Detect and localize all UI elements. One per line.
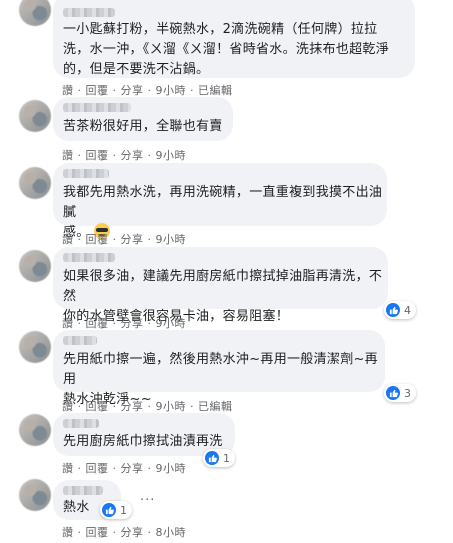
timestamp[interactable]: 9小時: [156, 84, 187, 97]
comment-text: 熱水: [63, 500, 90, 515]
avatar[interactable]: [19, 479, 51, 511]
timestamp[interactable]: 9小時: [156, 462, 187, 475]
like-link[interactable]: 讚: [62, 526, 74, 539]
share-link[interactable]: 分享: [121, 317, 144, 330]
commenter-name[interactable]: [63, 486, 103, 495]
like-link[interactable]: 讚: [62, 84, 74, 97]
comment-actions: 讚 · 回覆 · 分享 · 9小時: [62, 317, 187, 330]
avatar[interactable]: [19, 0, 51, 26]
like-link[interactable]: 讚: [62, 462, 74, 475]
comment-text: 苦茶粉很好用，全聯也有賣: [63, 119, 223, 134]
comment-text: 一小匙蘇打粉，半碗熱水，2滴洗碗精（任何牌）拉拉 洗，水一沖，《ㄨ溜《ㄨ溜！省時…: [63, 22, 390, 77]
comment-bubble: 一小匙蘇打粉，半碗熱水，2滴洗碗精（任何牌）拉拉 洗，水一沖，《ㄨ溜《ㄨ溜！省時…: [53, 0, 415, 78]
avatar[interactable]: [19, 167, 51, 199]
avatar[interactable]: [19, 414, 51, 446]
commenter-name[interactable]: [63, 336, 97, 345]
comment-text: 先用廚房紙巾擦拭油漬再洗: [63, 434, 223, 449]
reply-link[interactable]: 回覆: [86, 317, 109, 330]
comment-actions: 讚 · 回覆 · 分享 · 8小時: [62, 526, 187, 539]
comment-actions: 讚 · 回覆 · 分享 · 9小時: [62, 149, 187, 162]
comment-bubble: 先用紙巾擦一遍，然後用熱水沖~再用一般清潔劑~再用 熱水沖乾淨~~: [53, 330, 385, 407]
reply-link[interactable]: 回覆: [86, 84, 109, 97]
comment-bubble: 如果很多油，建議先用廚房紙巾擦拭掉油脂再清洗，不然 你的水管壁會很容易卡油，容易…: [53, 247, 388, 324]
avatar[interactable]: [19, 250, 51, 282]
avatar[interactable]: [19, 100, 51, 132]
comment-actions: 讚 · 回覆 · 分享 · 9小時 · 已編輯: [62, 84, 233, 97]
share-link[interactable]: 分享: [121, 526, 144, 539]
reply-link[interactable]: 回覆: [86, 400, 109, 413]
timestamp[interactable]: 9小時: [156, 400, 187, 413]
like-reaction-icon: [102, 503, 116, 517]
commenter-name[interactable]: [63, 419, 99, 428]
commenter-name[interactable]: [63, 103, 131, 112]
like-link[interactable]: 讚: [62, 233, 74, 246]
like-reaction-icon: [386, 386, 400, 400]
share-link[interactable]: 分享: [121, 84, 144, 97]
like-link[interactable]: 讚: [62, 317, 74, 330]
comment-bubble: 苦茶粉很好用，全聯也有賣: [53, 97, 233, 141]
reply-link[interactable]: 回覆: [86, 526, 109, 539]
reply-link[interactable]: 回覆: [86, 149, 109, 162]
reaction-count[interactable]: 3: [384, 384, 416, 402]
timestamp[interactable]: 8小時: [156, 526, 187, 539]
like-link[interactable]: 讚: [62, 400, 74, 413]
comment-actions: 讚 · 回覆 · 分享 · 9小時: [62, 462, 187, 475]
commenter-name[interactable]: [63, 169, 109, 178]
share-link[interactable]: 分享: [121, 233, 144, 246]
share-link[interactable]: 分享: [121, 149, 144, 162]
commenter-name[interactable]: [63, 253, 115, 262]
avatar[interactable]: [19, 331, 51, 363]
comment-actions: 讚 · 回覆 · 分享 · 9小時: [62, 233, 187, 246]
reaction-count[interactable]: 1: [100, 501, 132, 519]
more-options-icon[interactable]: ···: [140, 493, 155, 508]
comment-bubble: 我都先用熱水洗，再用洗碗精，一直重複到我摸不出油膩 感。: [53, 163, 387, 240]
commenter-name[interactable]: [63, 8, 115, 17]
timestamp[interactable]: 9小時: [156, 149, 187, 162]
timestamp[interactable]: 9小時: [156, 317, 187, 330]
like-reaction-icon: [386, 303, 400, 317]
like-link[interactable]: 讚: [62, 149, 74, 162]
reaction-count[interactable]: 1: [203, 449, 235, 467]
reaction-count[interactable]: 4: [384, 301, 416, 319]
edited-label[interactable]: 已編輯: [198, 400, 233, 413]
reply-link[interactable]: 回覆: [86, 462, 109, 475]
comment-actions: 讚 · 回覆 · 分享 · 9小時 · 已編輯: [62, 400, 233, 413]
like-reaction-icon: [205, 451, 219, 465]
edited-label[interactable]: 已編輯: [198, 84, 233, 97]
reply-link[interactable]: 回覆: [86, 233, 109, 246]
timestamp[interactable]: 9小時: [156, 233, 187, 246]
share-link[interactable]: 分享: [121, 462, 144, 475]
share-link[interactable]: 分享: [121, 400, 144, 413]
